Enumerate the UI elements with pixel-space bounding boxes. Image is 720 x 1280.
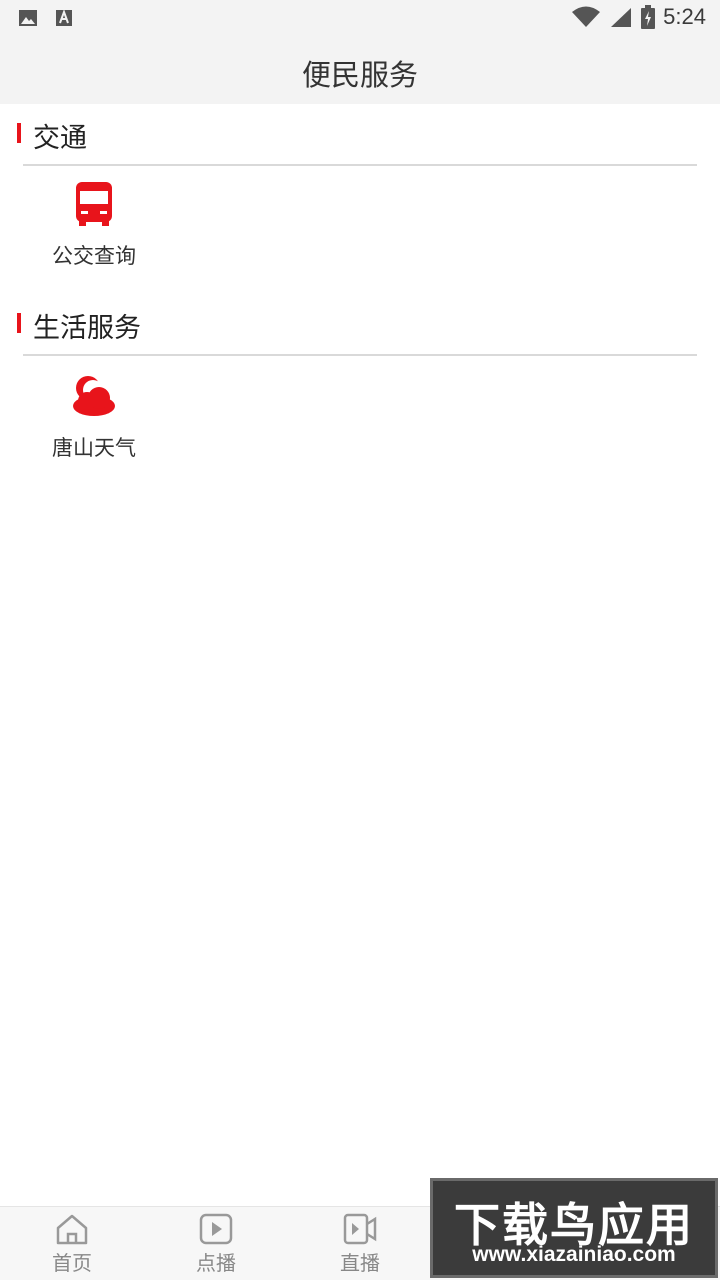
section-accent-bar [17,313,21,333]
section-accent-bar [17,123,21,143]
weather-tile[interactable]: 唐山天气 [40,374,148,462]
section-transport: 交通 公交查询 [0,104,720,294]
video-icon [343,1213,377,1245]
play-icon [199,1213,233,1245]
nav-label: 点播 [196,1251,236,1275]
weather-cloud-icon [73,376,115,416]
section-title: 交通 [33,123,87,154]
nav-item-home[interactable]: 首页 [0,1207,144,1280]
app-header: 便民服务 [0,36,720,104]
section-life-services: 生活服务 唐山天气 [0,294,720,484]
status-time: 5:24 [663,4,706,29]
tile-label: 唐山天气 [52,436,136,460]
section-divider [23,354,697,356]
battery-charging-icon [641,5,656,29]
section-header: 交通 [0,104,720,166]
section-title: 生活服务 [33,313,141,344]
font-icon [56,9,72,26]
nav-item-live[interactable]: 直播 [288,1207,432,1280]
page-title: 便民服务 [301,58,418,92]
nav-item-vod[interactable]: 点播 [144,1207,288,1280]
home-icon [56,1214,88,1245]
image-icon [19,10,37,26]
watermark-overlay: 下载鸟应用 www.xiazainiao.com [430,1178,718,1278]
wifi-icon [572,6,601,27]
tile-label: 公交查询 [52,244,136,268]
section-header: 生活服务 [0,294,720,356]
nav-label: 直播 [340,1251,380,1275]
nav-label: 首页 [52,1251,92,1275]
section-divider [23,164,697,166]
watermark-url: www.xiazainiao.com [472,1243,676,1266]
status-bar: 5:24 [0,0,720,36]
signal-icon [611,8,632,27]
bus-icon [76,182,112,226]
bus-query-tile[interactable]: 公交查询 [40,182,148,270]
